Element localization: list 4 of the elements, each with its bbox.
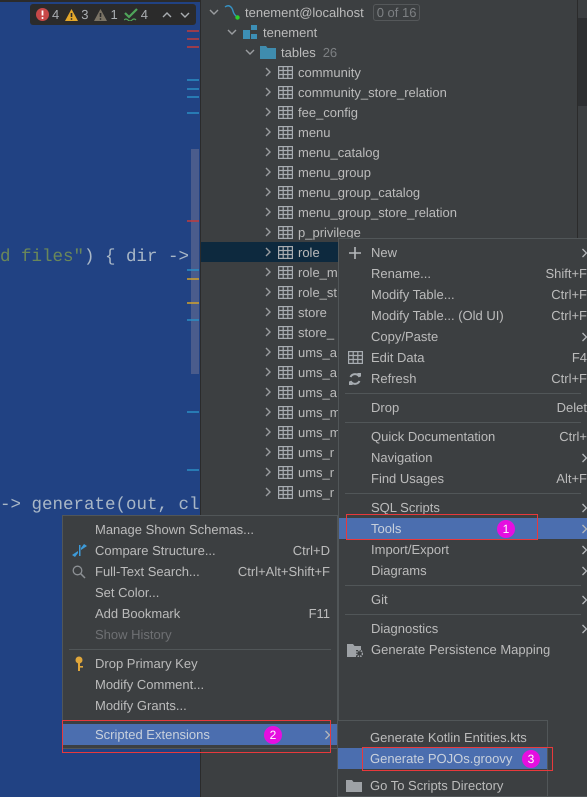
code-line: d files") { dir -> <box>0 247 190 267</box>
count-badge: 0 of 16 <box>372 4 420 20</box>
code-line: -> generate(out, cl <box>0 495 200 515</box>
item-count: 26 <box>322 44 338 60</box>
